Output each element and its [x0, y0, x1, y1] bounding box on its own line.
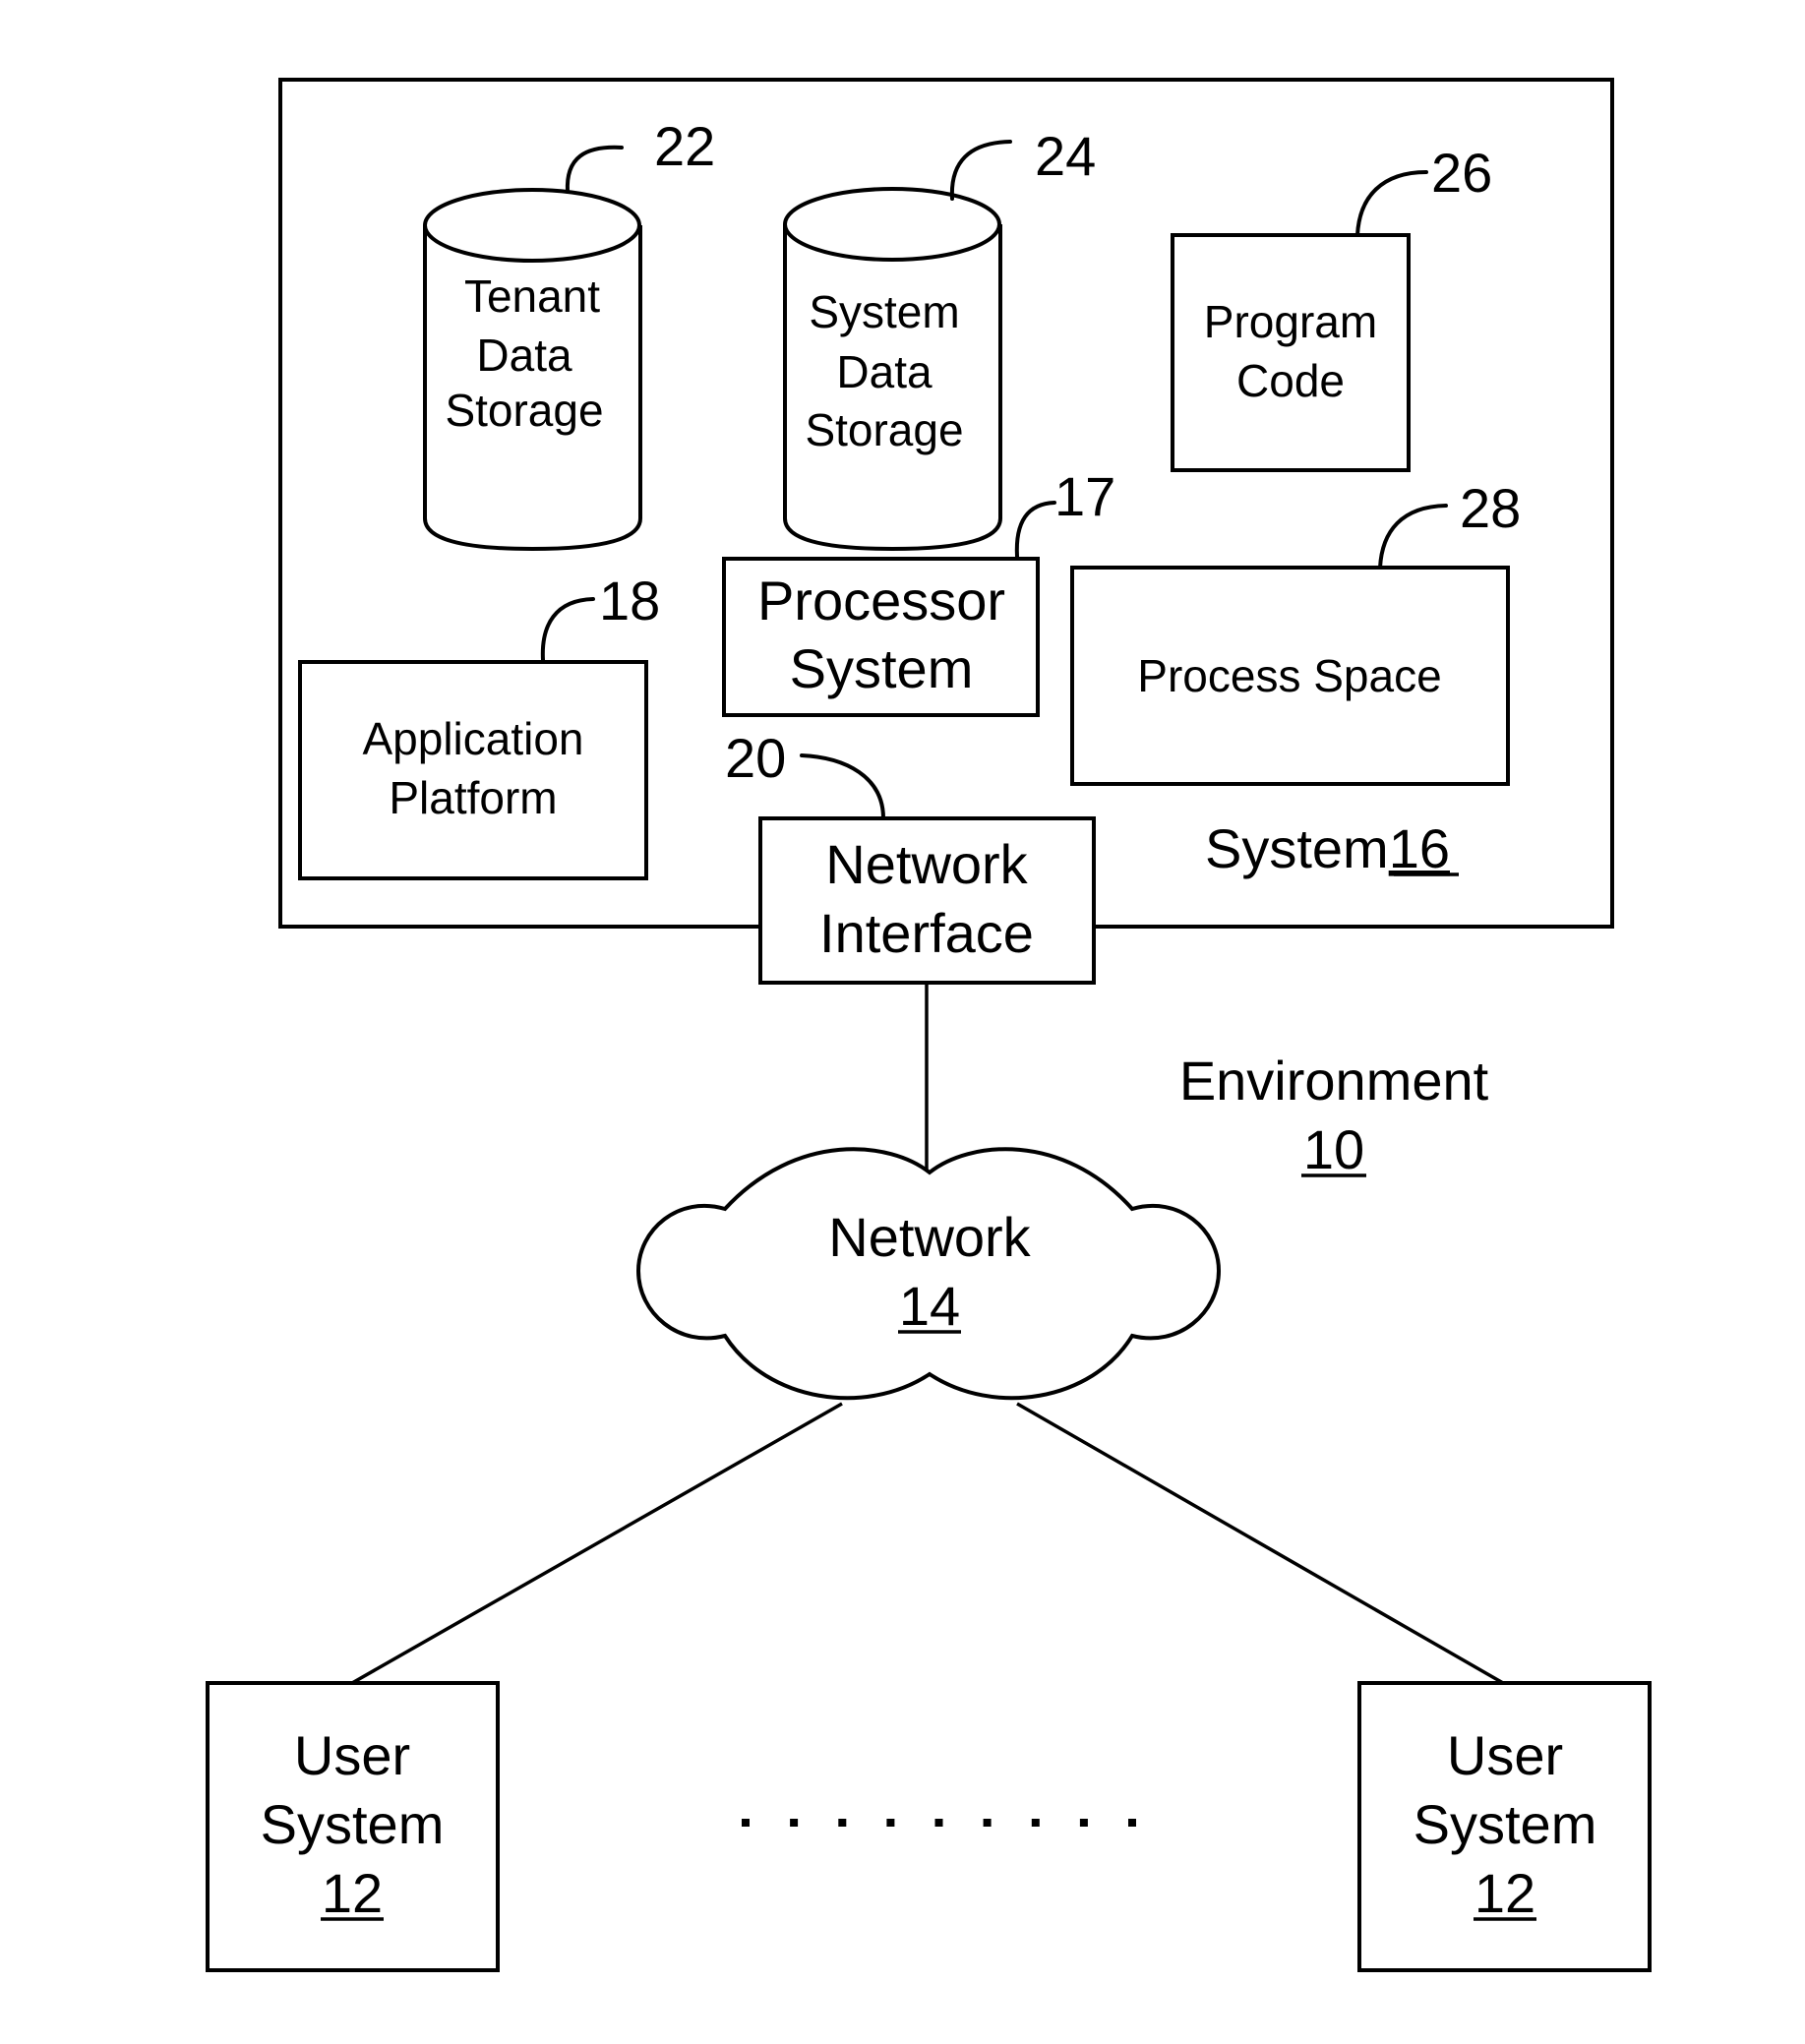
link-network-to-user-2 — [1016, 1402, 1504, 1685]
environment-diagram: Tenant Data Storage 22 System Data Stora… — [206, 78, 1652, 1972]
system-cylinder-top — [783, 187, 1001, 262]
tenant-label-line-2: Data — [476, 330, 572, 381]
app-platform-label-line-1: Application — [362, 713, 583, 764]
system-label-text: System16 — [1205, 817, 1450, 879]
ellipsis-dot — [1031, 1819, 1040, 1827]
program-code-label-line-1: Program — [1204, 296, 1377, 347]
network-cloud-shape — [635, 1147, 1222, 1401]
user-system-1: User System 12 — [206, 1681, 500, 1972]
tenant-cylinder-top — [423, 188, 641, 263]
system-storage-label-line-2: Data — [836, 346, 933, 397]
ref-18: 18 — [599, 570, 660, 631]
system-label: System16 — [1205, 817, 1459, 879]
processor-label-line-2: System — [790, 637, 974, 699]
user-system-2-ref: 12 — [1474, 1862, 1535, 1924]
processor-label-line-1: Processor — [757, 570, 1005, 631]
system-storage-label-line-1: System — [809, 286, 959, 337]
ellipsis-dot — [838, 1819, 847, 1827]
ellipsis-dot — [1079, 1819, 1088, 1827]
network-ref: 14 — [899, 1275, 960, 1337]
ellipsis-dots — [742, 1819, 1136, 1827]
user-system-1-label-line-1: User — [294, 1724, 410, 1786]
system-storage-label-line-3: Storage — [805, 404, 963, 455]
program-code-label-line-2: Code — [1236, 355, 1345, 406]
application-platform-box — [298, 660, 648, 880]
ellipsis-dot — [983, 1819, 992, 1827]
network-label: Network — [828, 1206, 1031, 1268]
environment-label: Environment 10 — [1179, 1050, 1489, 1180]
link-network-to-user-1 — [351, 1402, 843, 1685]
app-platform-label-line-2: Platform — [389, 772, 557, 823]
ellipsis-dot — [742, 1819, 750, 1827]
tenant-label-line-1: Tenant — [464, 271, 600, 322]
ref-17: 17 — [1054, 465, 1115, 527]
system-ref: 16 — [1389, 817, 1450, 879]
tenant-label-line-3: Storage — [445, 385, 603, 436]
ellipsis-dot — [934, 1819, 943, 1827]
user-system-2-label-line-1: User — [1447, 1724, 1563, 1786]
ellipsis-dot — [886, 1819, 895, 1827]
environment-label-text: Environment — [1179, 1050, 1489, 1112]
ref-28: 28 — [1460, 477, 1521, 539]
program-code-box — [1171, 233, 1411, 472]
process-space-label: Process Space — [1137, 650, 1441, 701]
network-interface-label-line-2: Interface — [819, 902, 1034, 964]
ellipsis-dot — [790, 1819, 799, 1827]
ref-24: 24 — [1035, 125, 1096, 187]
network-interface-label-line-1: Network — [825, 833, 1028, 895]
network-cloud: Network 14 — [635, 1147, 1222, 1401]
user-system-1-label-line-2: System — [261, 1793, 445, 1855]
environment-ref: 10 — [1303, 1118, 1364, 1180]
ellipsis-dot — [1128, 1819, 1136, 1827]
user-system-2: User System 12 — [1357, 1681, 1652, 1972]
user-system-2-label-line-2: System — [1414, 1793, 1597, 1855]
ref-22: 22 — [654, 115, 715, 177]
ref-20: 20 — [725, 727, 786, 789]
ref-26: 26 — [1431, 142, 1492, 204]
user-system-1-ref: 12 — [322, 1862, 383, 1924]
